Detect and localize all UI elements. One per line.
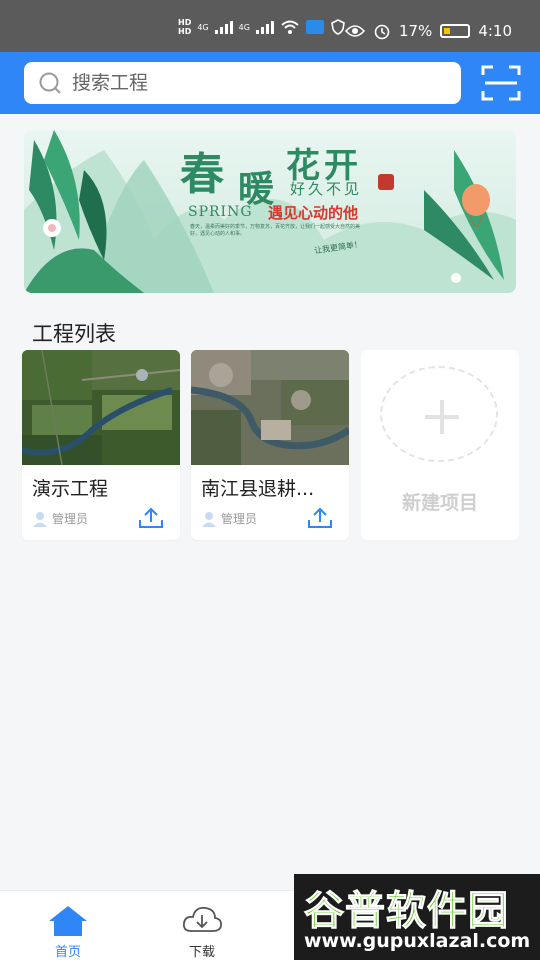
new-project-card[interactable]: 新建项目	[361, 350, 519, 540]
hd-top-label: HD	[178, 18, 192, 27]
project-name: 南江县退耕...	[201, 478, 315, 500]
banner-subtitle: 好久不见	[290, 180, 363, 198]
project-card[interactable]: 演示工程 管理员	[22, 350, 180, 540]
top-header	[0, 52, 540, 114]
promo-banner[interactable]: 春 暖 花开 好久不见 SPRING 遇见心动的他 春天，温柔而美好的季节，万物…	[24, 130, 516, 293]
status-right-group: 17% 4:10	[344, 22, 512, 40]
plus-icon	[425, 400, 459, 434]
clock-time: 4:10	[478, 22, 512, 40]
status-left-group: HD HD 4G 4G	[178, 18, 346, 36]
banner-title-1: 春	[180, 149, 226, 200]
shield-icon	[331, 19, 345, 35]
search-bar[interactable]	[24, 62, 461, 104]
section-title: 工程列表	[32, 322, 116, 346]
network-1-label: 4G	[197, 22, 209, 32]
project-name: 演示工程	[32, 478, 109, 500]
project-owner-label: 管理员	[221, 512, 258, 526]
project-owner: 管理员	[201, 510, 257, 527]
watermark-url: www.gupuxlazal.com	[304, 930, 531, 952]
signal-2-icon	[255, 20, 274, 34]
nav-item-home[interactable]: 首页	[28, 897, 108, 960]
wifi-icon	[281, 20, 299, 34]
hd-bottom-label: HD	[178, 27, 192, 36]
watermark-logo: 谷普软件园	[304, 888, 509, 935]
upload-icon[interactable]	[138, 506, 164, 530]
scan-icon[interactable]	[481, 65, 521, 101]
project-owner-label: 管理员	[52, 512, 89, 526]
banner-slogan: 遇见心动的他	[268, 204, 359, 222]
banner-small-text: 春天，温柔而美好的季节，万物复苏，百花齐放，让我们一起感受大自然的美好，遇见心动…	[190, 224, 361, 237]
cloud-download-icon	[182, 907, 223, 932]
project-card[interactable]: 南江县退耕... 管理员	[191, 350, 349, 540]
project-thumbnail	[22, 350, 180, 465]
home-icon	[49, 906, 87, 936]
app-notification-icon	[305, 20, 324, 34]
banner-seal-icon	[378, 174, 394, 190]
search-input[interactable]	[72, 62, 442, 104]
battery-icon	[440, 24, 471, 38]
project-thumbnail	[191, 350, 349, 465]
hd-indicator: HD HD	[178, 18, 191, 36]
nav-download-label: 下载	[188, 945, 215, 960]
user-icon	[202, 511, 216, 527]
banner-spring-text: SPRING	[188, 204, 253, 220]
watermark: 谷普软件园 www.gupuxlazal.com	[294, 874, 540, 960]
new-project-label: 新建项目	[401, 492, 478, 514]
new-project-circle	[380, 366, 498, 462]
signal-1-icon	[214, 20, 233, 34]
nav-home-label: 首页	[54, 945, 81, 960]
status-bar: HD HD 4G 4G 17% 4:10	[0, 0, 540, 52]
user-icon	[33, 511, 47, 527]
battery-percent: 17%	[398, 22, 433, 40]
project-owner: 管理员	[32, 510, 88, 527]
nav-item-download[interactable]: 下载	[162, 897, 242, 960]
alarm-icon	[374, 24, 390, 40]
search-icon	[39, 72, 61, 94]
network-2-label: 4G	[238, 22, 250, 32]
eye-icon	[344, 25, 365, 37]
upload-icon[interactable]	[307, 506, 333, 530]
